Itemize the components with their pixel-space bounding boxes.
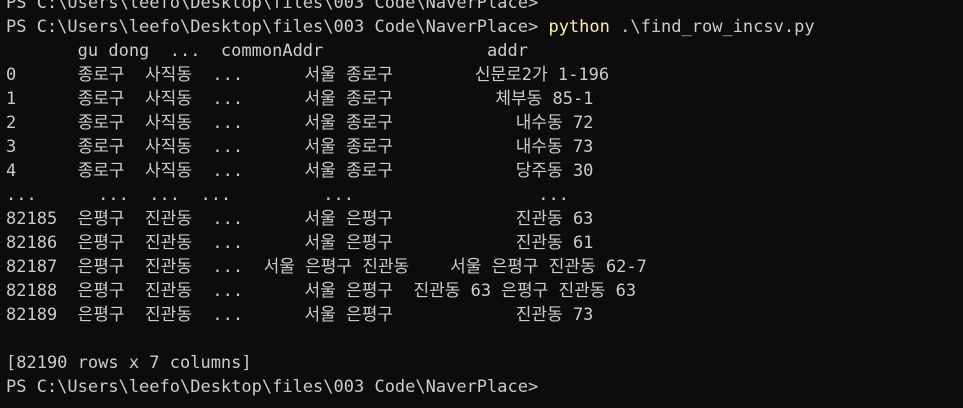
- command-args: .\find_row_incsv.py: [609, 17, 815, 37]
- table-row: 0 종로구 사직동 ... 서울 종로구 신문로2가 1-196: [6, 65, 610, 85]
- table-row: 82189 은평구 진관동 ... 서울 은평구 진관동 73: [6, 305, 594, 325]
- table-ellipsis-row: ... ... ... ... ... ...: [6, 185, 569, 205]
- command-name: python: [548, 17, 610, 37]
- terminal-window[interactable]: PS C:\Users\leefo\Desktop\files\003 Code…: [0, 0, 963, 399]
- table-row: 82187 은평구 진관동 ... 서울 은평구 진관동 서울 은평구 진관동 …: [6, 257, 647, 277]
- prompt-text: PS C:\Users\leefo\Desktop\files\003 Code…: [6, 17, 549, 37]
- table-row: 1 종로구 사직동 ... 서울 종로구 체부동 85-1: [6, 89, 594, 109]
- table-row: 82185 은평구 진관동 ... 서울 은평구 진관동 63: [6, 209, 594, 229]
- prompt-line: PS C:\Users\leefo\Desktop\files\003 Code…: [6, 377, 539, 397]
- table-row: 4 종로구 사직동 ... 서울 종로구 당주동 30: [6, 161, 594, 181]
- table-row: 82186 은평구 진관동 ... 서울 은평구 진관동 61: [6, 233, 594, 253]
- table-row: 3 종로구 사직동 ... 서울 종로구 내수동 73: [6, 137, 594, 157]
- table-summary: [82190 rows x 7 columns]: [6, 353, 252, 373]
- table-row: 82188 은평구 진관동 ... 서울 은평구 진관동 63 은평구 진관동 …: [6, 281, 637, 301]
- table-row: 2 종로구 사직동 ... 서울 종로구 내수동 72: [6, 113, 594, 133]
- table-header-row: gu dong ... commonAddr addr: [6, 41, 528, 61]
- command-line: PS C:\Users\leefo\Desktop\files\003 Code…: [6, 15, 963, 39]
- prompt-line: PS C:\Users\leefo\Desktop\files\003 Code…: [6, 0, 539, 13]
